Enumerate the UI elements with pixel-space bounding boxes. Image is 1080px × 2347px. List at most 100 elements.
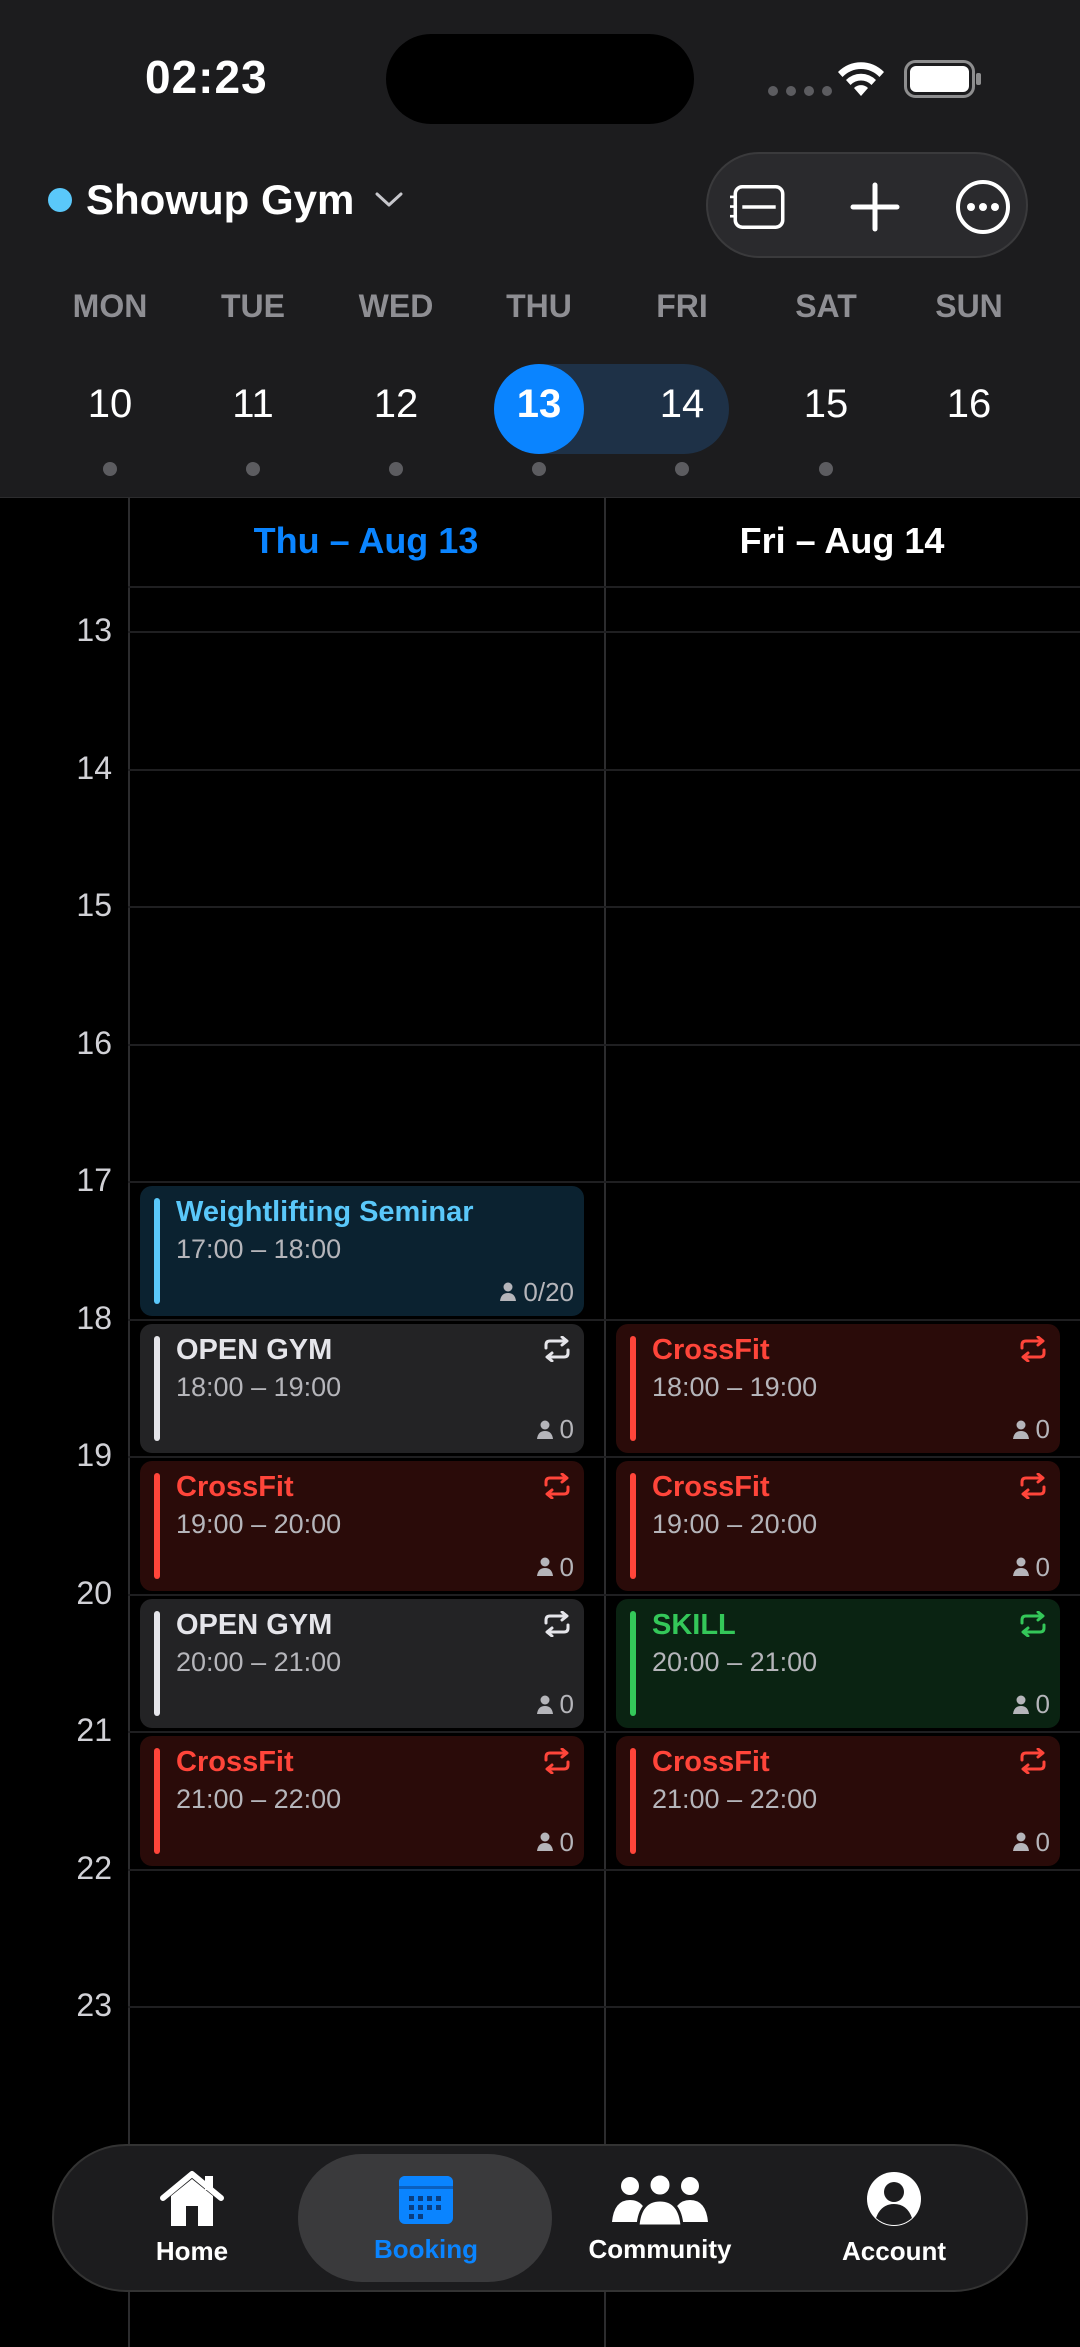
event-title: CrossFit [652,1746,770,1778]
attendee-count-value: 0/20 [523,1276,574,1307]
account-icon [867,2171,921,2226]
repeat-icon [544,1335,570,1362]
attendee-count-value: 0 [1035,1826,1050,1857]
list-view-button[interactable] [730,178,788,236]
add-button[interactable] [846,178,904,236]
hour-label: 15 [76,887,112,923]
event-card[interactable]: Weightlifting Seminar 17:00 – 18:00 0/20 [140,1186,584,1316]
weekday-labels: MON TUE WED THU FRI SAT SUN [0,288,1080,328]
tab-community[interactable]: Community [540,2146,780,2290]
event-card[interactable]: CrossFit 21:00 – 22:00 0 [616,1736,1060,1866]
attendee-count: 0 [536,1689,574,1720]
event-title: Weightlifting Seminar [176,1196,474,1228]
event-title: CrossFit [176,1471,294,1503]
calendar-grid: Thu – Aug 13 Fri – Aug 14 13 14 15 16 17 18 19… [0,498,1080,2347]
event-time: 19:00 – 20:00 [652,1509,818,1539]
event-indicator-dot [675,462,689,476]
hour-label: 13 [76,612,112,648]
weekday-tue: TUE [221,288,285,324]
tab-account-label: Account [842,2235,946,2266]
tab-booking-label: Booking [374,2233,478,2264]
person-icon [536,1557,553,1576]
date-14[interactable]: 14 [612,382,752,427]
weekday-fri: FRI [656,288,708,324]
date-15[interactable]: 15 [756,382,896,427]
event-card[interactable]: OPEN GYM 18:00 – 19:00 0 [140,1323,584,1453]
hour-label: 14 [76,749,112,786]
chevron-down-icon [375,192,403,207]
date-10[interactable]: 10 [40,382,180,427]
dynamic-island [386,34,694,124]
gym-selector[interactable]: Showup Gym [48,176,404,224]
person-icon [536,1420,553,1439]
gutter-divider [128,498,130,2347]
event-card[interactable]: CrossFit 19:00 – 20:00 0 [616,1461,1060,1591]
gym-name: Showup Gym [86,176,355,223]
event-card[interactable]: OPEN GYM 20:00 – 21:00 0 [140,1598,584,1728]
attendee-count: 0 [1012,1552,1050,1583]
attendee-count: 0 [536,1414,574,1445]
event-indicator-dot [819,462,833,476]
tab-home[interactable]: Home [72,2146,312,2290]
tab-bar: Home Booking Community Account [52,2144,1028,2292]
event-time: 20:00 – 21:00 [652,1646,818,1677]
hour-label: 20 [76,1574,112,1611]
date-12[interactable]: 12 [326,382,466,427]
person-icon [1012,1420,1029,1439]
repeat-icon [544,1610,570,1637]
tab-booking[interactable]: Booking [306,2146,546,2290]
column-header-thu[interactable]: Thu – Aug 13 [128,520,604,562]
event-indicator-dot [246,462,260,476]
weekday-sun: SUN [935,288,1003,324]
event-title: OPEN GYM [176,1608,333,1641]
column-divider [604,498,606,2347]
repeat-icon [1020,1748,1046,1774]
hour-line [128,1868,1080,1871]
hour-label: 17 [76,1162,112,1198]
hour-line [128,2006,1080,2008]
more-icon [956,180,1010,234]
event-card[interactable]: SKILL 20:00 – 21:00 0 [616,1598,1060,1728]
attendee-count: 0 [1012,1827,1050,1858]
hour-line [128,768,1080,771]
repeat-icon [1020,1610,1046,1637]
hour-label: 23 [76,1987,112,2023]
calendar-icon [399,2175,453,2224]
event-title: CrossFit [652,1333,770,1366]
attendee-count: 0 [1012,1689,1050,1720]
attendee-count-value: 0 [559,1551,574,1582]
event-time: 19:00 – 20:00 [176,1509,342,1539]
date-16[interactable]: 16 [899,382,1039,427]
tab-community-label: Community [588,2233,732,2264]
event-color-bar [630,1335,636,1441]
hour-line [128,906,1080,908]
date-11[interactable]: 11 [183,382,323,427]
person-icon [536,1832,553,1851]
header-row-divider [128,586,1080,588]
event-color-bar [154,1610,160,1716]
weekday-mon: MON [72,288,148,324]
event-card[interactable]: CrossFit 18:00 – 19:00 0 [616,1323,1060,1453]
event-card[interactable]: CrossFit 21:00 – 22:00 0 [140,1736,584,1866]
event-card[interactable]: CrossFit 19:00 – 20:00 0 [140,1461,584,1591]
event-indicator-dot [389,462,403,476]
hour-line [128,1043,1080,1046]
event-title: CrossFit [652,1471,770,1503]
status-time: 02:23 [145,51,268,103]
hour-line [128,1456,1080,1458]
tab-account[interactable]: Account [774,2146,1014,2290]
attendee-count-value: 0 [1035,1551,1050,1582]
column-header-fri[interactable]: Fri – Aug 14 [604,520,1080,562]
more-options-button[interactable] [954,178,1012,236]
attendee-count-value: 0 [1035,1414,1050,1444]
tab-home-label: Home [155,2235,229,2266]
hour-line [128,1593,1080,1596]
hour-label: 16 [76,1024,112,1061]
event-color-bar [154,1198,160,1304]
repeat-icon [544,1473,570,1499]
person-icon [1012,1557,1029,1576]
date-13[interactable]: 13 [494,382,584,427]
hour-line [128,631,1080,633]
home-icon [160,2170,224,2226]
toolbar [706,152,1028,258]
